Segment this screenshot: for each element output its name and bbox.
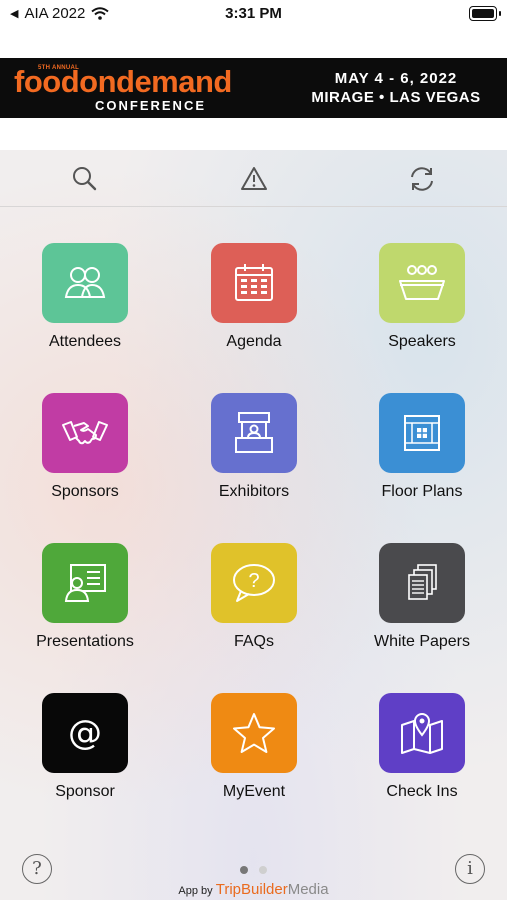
svg-text:@: @ — [68, 713, 102, 753]
tile-agenda[interactable]: Agenda — [179, 243, 329, 373]
tile-speakers-label: Speakers — [388, 333, 456, 350]
documents-icon — [408, 564, 437, 600]
tile-agenda-bg — [211, 243, 297, 323]
page-dot-active[interactable] — [240, 866, 248, 874]
floorplan-icon — [404, 415, 440, 451]
conference-banner[interactable]: 5TH ANNUAL foodondemand CONFERENCE MAY 4… — [0, 58, 507, 118]
tile-attendees[interactable]: Attendees — [10, 243, 160, 373]
search-button[interactable] — [70, 164, 100, 194]
tile-sponsors-label: Sponsors — [51, 483, 119, 500]
tile-myevent-bg — [211, 693, 297, 773]
refresh-button[interactable] — [407, 164, 437, 194]
alerts-button[interactable] — [239, 164, 269, 194]
tile-faqs[interactable]: ? FAQs — [179, 543, 329, 673]
home-screen: Attendees Agenda Speakers Sponsors Exhib… — [0, 150, 507, 900]
battery-icon — [469, 6, 501, 21]
tile-agenda-label: Agenda — [226, 333, 282, 350]
svg-text:?: ? — [248, 570, 259, 592]
tile-floor-plans-label: Floor Plans — [381, 483, 463, 500]
tile-white-papers-bg — [379, 543, 465, 623]
tile-presentations-bg — [42, 543, 128, 623]
tile-attendees-bg — [42, 243, 128, 323]
footer-credit[interactable]: App by TripBuilderMedia — [0, 881, 507, 898]
tile-sponsor[interactable]: @ Sponsor — [10, 693, 160, 823]
booth-icon — [235, 412, 273, 453]
tile-check-ins[interactable]: Check Ins — [347, 693, 497, 823]
tile-exhibitors-label: Exhibitors — [218, 483, 290, 500]
search-icon — [73, 167, 97, 191]
footer-prefix: App by — [178, 885, 213, 897]
tile-sponsors-bg — [42, 393, 128, 473]
alert-icon — [241, 167, 267, 190]
map-pin-icon — [401, 713, 443, 754]
calendar-icon — [235, 264, 273, 301]
banner-logo-subtitle: CONFERENCE — [95, 98, 207, 113]
presentation-icon — [64, 564, 106, 602]
help-button[interactable]: ? — [22, 854, 52, 884]
attendees-icon — [64, 267, 106, 298]
tile-myevent[interactable]: MyEvent — [179, 693, 329, 823]
at-icon: @ — [68, 713, 102, 753]
speakers-icon — [399, 265, 445, 300]
tile-floor-plans-bg — [379, 393, 465, 473]
handshake-icon — [62, 421, 108, 445]
tile-sponsors[interactable]: Sponsors — [10, 393, 160, 523]
tile-floor-plans[interactable]: Floor Plans — [347, 393, 497, 523]
tile-exhibitors[interactable]: Exhibitors — [179, 393, 329, 523]
refresh-icon — [411, 167, 433, 191]
tile-sponsor-bg: @ — [42, 693, 128, 773]
banner-logo-title: foodondemand — [14, 64, 232, 99]
tile-white-papers[interactable]: White Papers — [347, 543, 497, 673]
tile-exhibitors-bg — [211, 393, 297, 473]
footer-brand-a: TripBuilder — [215, 881, 288, 898]
info-button[interactable]: i — [455, 854, 485, 884]
tile-white-papers-label: White Papers — [373, 633, 471, 650]
tile-speakers[interactable]: Speakers — [347, 243, 497, 373]
tile-presentations[interactable]: Presentations — [10, 543, 160, 673]
tile-faqs-bg: ? — [211, 543, 297, 623]
tile-speakers-bg — [379, 243, 465, 323]
footer-brand-b: Media — [287, 881, 329, 898]
banner-location: MIRAGE • LAS VEGAS — [311, 89, 481, 106]
tile-check-ins-bg — [379, 693, 465, 773]
banner-dates: MAY 4 - 6, 2022 — [334, 70, 458, 87]
tile-faqs-label: FAQs — [233, 633, 274, 650]
tile-myevent-label: MyEvent — [222, 783, 286, 800]
footer-brand: TripBuilderMedia — [216, 881, 329, 898]
tile-attendees-label: Attendees — [48, 333, 122, 350]
page-dot-inactive[interactable] — [259, 866, 267, 874]
tile-sponsor-label: Sponsor — [55, 783, 115, 800]
tile-presentations-label: Presentations — [36, 633, 134, 650]
question-bubble-icon: ? — [233, 564, 275, 602]
tile-check-ins-label: Check Ins — [386, 783, 458, 800]
status-time: 3:31 PM — [225, 5, 282, 22]
status-bar: ◀ AIA 2022 3:31 PM — [0, 0, 507, 28]
star-icon — [233, 713, 275, 753]
toolbar — [0, 150, 507, 207]
